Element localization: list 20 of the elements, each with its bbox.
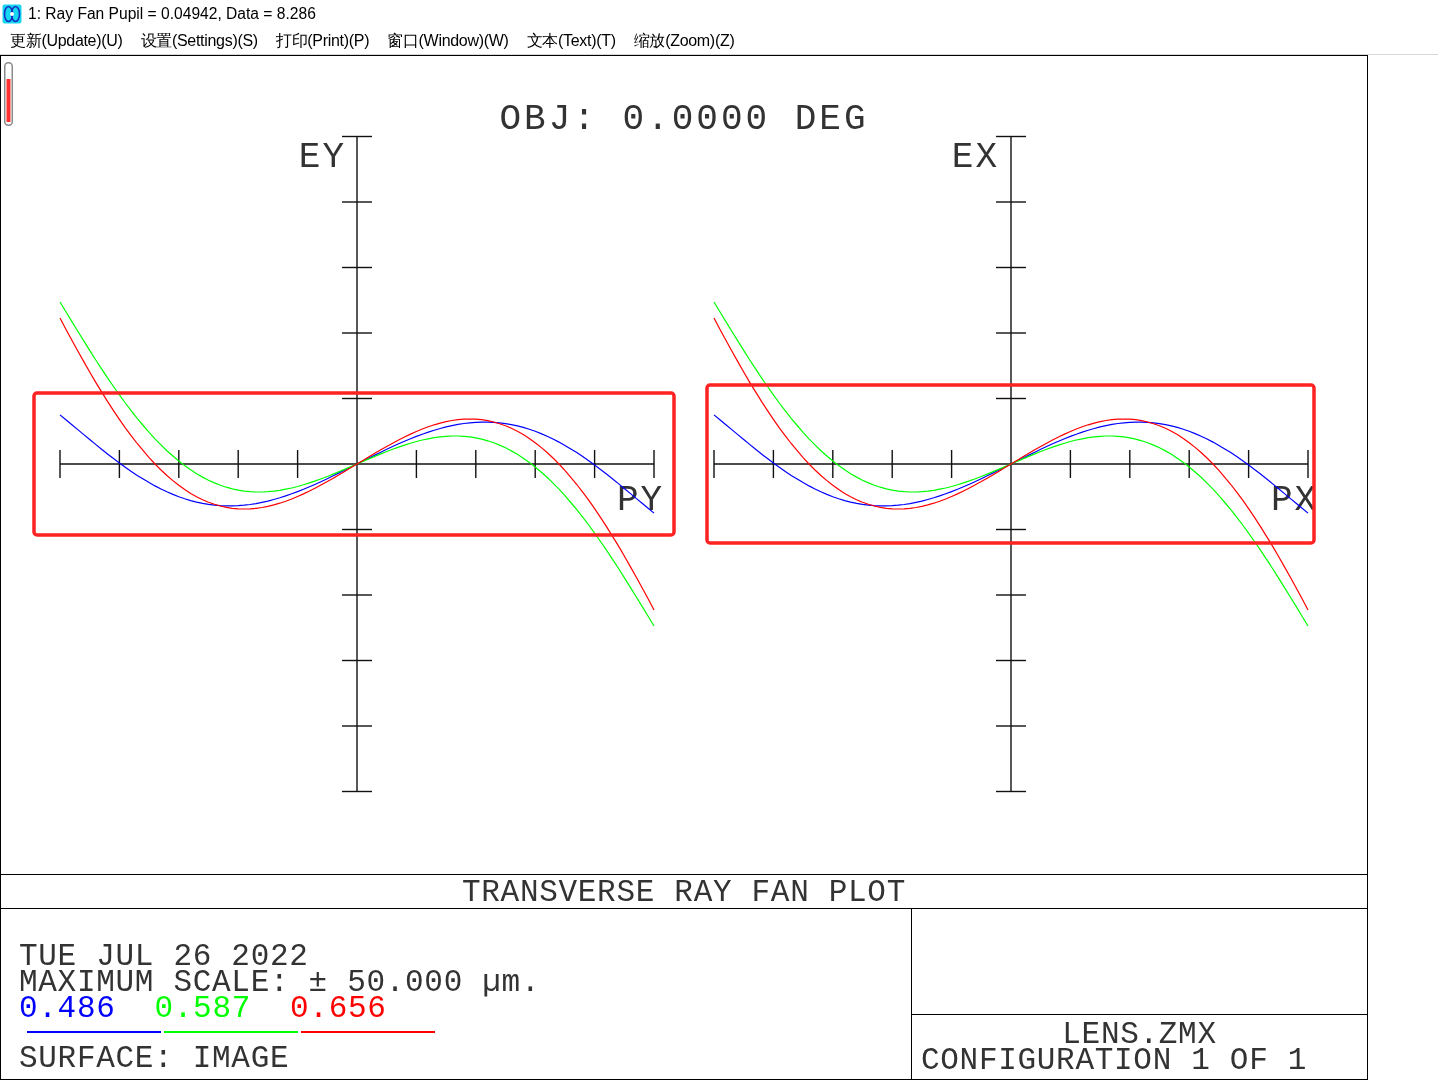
axis-label: EX (951, 137, 999, 178)
menu-item[interactable]: 设置(Settings)(S) (131, 28, 267, 54)
configuration-text: CONFIGURATION 1 OF 1 (921, 1048, 1308, 1074)
window-title: 1: Ray Fan Pupil = 0.04942, Data = 8.286 (28, 5, 316, 23)
plot-title: OBJ: 0.0000 DEG (499, 99, 869, 140)
date-text: TUE JUL 26 2022 (19, 944, 309, 970)
menu-item[interactable]: 文本(Text)(T) (517, 28, 625, 54)
wavelength-label: 0.486 (19, 996, 116, 1022)
scroll-bar[interactable] (4, 62, 13, 126)
file-name: LENS.ZMX (1062, 1022, 1217, 1048)
menu-item[interactable]: 更新(Update)(U) (1, 28, 132, 54)
scale-text: MAXIMUM SCALE: ± 50.000 µm. (19, 970, 541, 996)
wavelength-label: 0.656 (290, 996, 387, 1022)
menu-item[interactable]: 缩放(Zoom)(Z) (624, 28, 744, 54)
menu-item[interactable]: 打印(Print)(P) (266, 28, 379, 54)
surface-text: SURFACE: IMAGE (19, 1046, 290, 1072)
wavelength-label: 0.587 (154, 996, 252, 1022)
plot-type-title: TRANSVERSE RAY FAN PLOT (462, 877, 906, 908)
menu-item[interactable]: 窗口(Window)(W) (378, 28, 518, 54)
axis-label: EY (298, 137, 346, 178)
